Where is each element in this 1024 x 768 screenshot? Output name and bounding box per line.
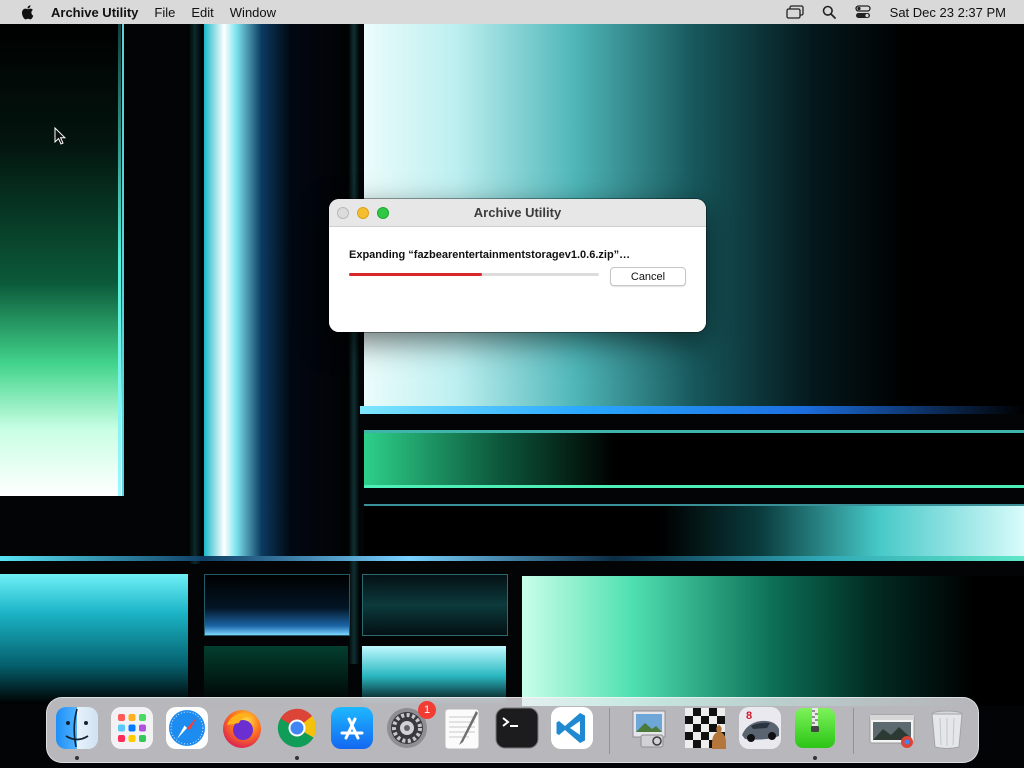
trash-icon[interactable] xyxy=(924,705,970,751)
window-content: Expanding “fazbearentertainmentstoragev1… xyxy=(329,227,706,332)
menu-edit[interactable]: Edit xyxy=(183,5,221,20)
cancel-button[interactable]: Cancel xyxy=(610,267,686,286)
menu-app-name[interactable]: Archive Utility xyxy=(45,5,146,20)
svg-text:8: 8 xyxy=(746,710,752,722)
safari-icon[interactable] xyxy=(164,705,210,751)
textedit-icon[interactable] xyxy=(439,705,485,751)
wallpaper-shape xyxy=(204,574,350,636)
search-icon[interactable] xyxy=(812,0,846,24)
vscode-icon[interactable] xyxy=(549,705,595,751)
menu-window[interactable]: Window xyxy=(222,5,284,20)
archive-utility-icon[interactable] xyxy=(792,705,838,760)
wallpaper-shape xyxy=(364,430,1024,488)
wallpaper-shape xyxy=(360,406,1024,414)
racing-game-icon[interactable]: 8 xyxy=(737,705,783,751)
menu-file[interactable]: File xyxy=(146,5,183,20)
preview-icon[interactable] xyxy=(627,705,673,751)
wallpaper-shape xyxy=(0,556,1024,561)
wallpaper-shape xyxy=(0,24,122,496)
wallpaper-shape xyxy=(522,576,1024,706)
chess-icon[interactable] xyxy=(682,705,728,751)
wallpaper-shape xyxy=(0,574,188,704)
wallpaper-shape xyxy=(188,24,202,564)
running-indicator xyxy=(295,756,299,760)
terminal-icon[interactable] xyxy=(494,705,540,751)
firefox-icon[interactable] xyxy=(219,705,265,751)
wallpaper-shape xyxy=(362,574,508,636)
chrome-icon[interactable] xyxy=(274,705,320,760)
mouse-pointer-icon xyxy=(54,127,66,145)
desktop-wallpaper xyxy=(0,0,1024,768)
apple-menu-icon[interactable] xyxy=(15,4,39,20)
window-title: Archive Utility xyxy=(473,205,562,220)
menu-clock[interactable]: Sat Dec 23 2:37 PM xyxy=(880,5,1024,20)
finder-icon[interactable] xyxy=(54,705,100,760)
expanding-status-text: Expanding “fazbearentertainmentstoragev1… xyxy=(349,249,631,261)
app-store-icon[interactable] xyxy=(329,705,375,751)
running-indicator xyxy=(75,756,79,760)
chrome-window-icon[interactable] xyxy=(869,705,915,751)
dock-separator xyxy=(609,708,610,754)
wallpaper-shape xyxy=(204,24,348,559)
menu-bar: Archive Utility File Edit Window Sat Dec… xyxy=(0,0,1024,24)
menu-extras: Sat Dec 23 2:37 PM xyxy=(778,0,1024,24)
window-titlebar[interactable]: Archive Utility xyxy=(329,199,706,227)
dock-separator xyxy=(853,708,854,754)
screen-mirroring-icon[interactable] xyxy=(778,0,812,24)
running-indicator xyxy=(813,756,817,760)
launchpad-icon[interactable] xyxy=(109,705,155,751)
progress-bar-fill xyxy=(349,273,482,276)
wallpaper-shape xyxy=(118,24,121,496)
archive-utility-window: Archive Utility Expanding “fazbearentert… xyxy=(329,199,706,332)
dock: 1 8 xyxy=(46,697,979,763)
system-settings-icon[interactable]: 1 xyxy=(384,701,436,751)
wallpaper-shape xyxy=(348,24,360,664)
progress-bar xyxy=(349,273,599,276)
control-center-icon[interactable] xyxy=(846,0,880,24)
notification-badge: 1 xyxy=(418,701,436,719)
wallpaper-shape xyxy=(364,504,1024,558)
